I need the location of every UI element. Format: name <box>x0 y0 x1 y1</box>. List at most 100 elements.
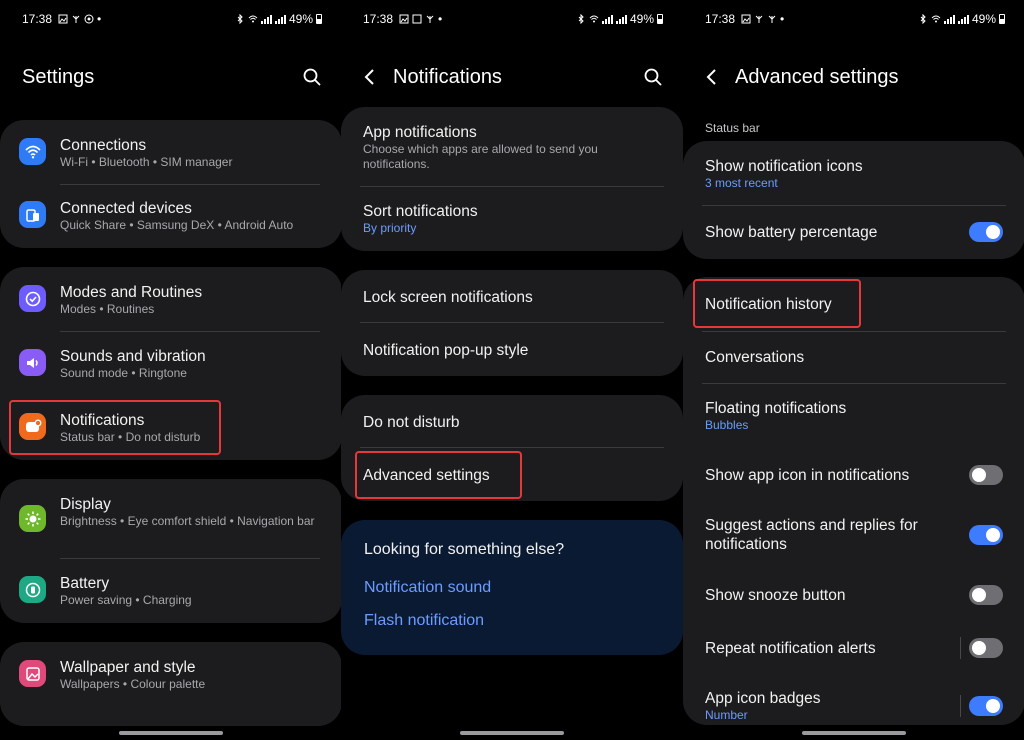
suggest-actions-item[interactable]: Suggest actions and replies for notifica… <box>683 515 1024 555</box>
highlight-box <box>9 400 221 455</box>
battery-text: 49% <box>629 12 654 26</box>
show-battery-percentage-item[interactable]: Show battery percentage <box>683 221 1024 243</box>
app-icon-badges-item[interactable]: App icon badges Number <box>683 687 1024 725</box>
item-subtitle: Brightness • Eye comfort shield • Naviga… <box>60 514 315 528</box>
item-title: Modes and Routines <box>60 284 203 301</box>
notification-sound-link[interactable]: Notification sound <box>364 579 491 597</box>
popup-style-item[interactable]: Notification pop-up style <box>341 339 683 361</box>
do-not-disturb-item[interactable]: Do not disturb <box>341 411 683 433</box>
status-bar: 17:38 • 49% <box>705 10 1005 28</box>
antenna-icon <box>755 15 763 23</box>
conversations-item[interactable]: Conversations <box>683 346 1024 368</box>
status-bar: 17:38 • 49% <box>22 10 322 28</box>
gesture-bar <box>460 731 564 735</box>
highlight-box <box>693 279 861 328</box>
signal-2-icon <box>957 14 969 24</box>
battery-text: 49% <box>971 12 996 26</box>
item-title: Suggest actions and replies for notifica… <box>705 517 918 553</box>
suggestions-heading: Looking for something else? <box>364 541 565 558</box>
notifications-group-1: App notifications Choose which apps are … <box>341 107 683 251</box>
search-icon[interactable] <box>643 67 663 87</box>
settings-item-display[interactable]: Display Brightness • Eye comfort shield … <box>0 493 342 553</box>
repeat-alerts-toggle[interactable] <box>969 638 1003 658</box>
wallpaper-icon <box>19 660 46 687</box>
item-title: Connected devices <box>60 200 192 217</box>
item-subtitle: By priority <box>363 221 417 235</box>
suggest-actions-toggle[interactable] <box>969 525 1003 545</box>
battery-text: 49% <box>288 12 313 26</box>
wifi-status-icon <box>248 15 258 23</box>
sun-icon <box>19 505 46 532</box>
divider <box>360 322 664 323</box>
app-header: Notifications <box>363 60 663 94</box>
item-title: Conversations <box>705 349 805 366</box>
page-title: Settings <box>22 65 95 88</box>
item-title: Wallpaper and style <box>60 659 196 676</box>
show-notification-icons-item[interactable]: Show notification icons 3 most recent <box>683 155 1024 197</box>
back-arrow-icon[interactable] <box>363 67 377 87</box>
app-notifications-item[interactable]: App notifications Choose which apps are … <box>341 121 683 181</box>
item-title: Connections <box>60 137 147 154</box>
item-title: Show snooze button <box>705 587 846 604</box>
flash-notification-link[interactable]: Flash notification <box>364 612 484 630</box>
settings-group-1: Connections Wi-Fi • Bluetooth • SIM mana… <box>0 120 342 248</box>
battery-percentage-toggle[interactable] <box>969 222 1003 242</box>
system-icons: 49% <box>235 12 322 26</box>
vertical-divider <box>960 695 961 717</box>
signal-2-icon <box>274 14 286 24</box>
item-subtitle: Sound mode • Ringtone <box>60 366 187 380</box>
image-icon <box>58 14 68 24</box>
divider <box>60 331 320 332</box>
settings-item-wallpaper-and-style[interactable]: Wallpaper and style Wallpapers • Colour … <box>0 656 342 704</box>
back-arrow-icon[interactable] <box>705 67 719 87</box>
system-icons: 49% <box>576 12 663 26</box>
app-icon-toggle[interactable] <box>969 465 1003 485</box>
battery-icon <box>19 576 46 603</box>
settings-item-modes-and-routines[interactable]: Modes and Routines Modes • Routines <box>0 281 342 329</box>
suggestions-card: Looking for something else? Notification… <box>341 520 683 655</box>
status-time: 17:38 <box>705 12 736 26</box>
divider <box>360 447 664 448</box>
wifi-status-icon <box>931 15 941 23</box>
antenna-icon <box>72 15 80 23</box>
item-title: Show battery percentage <box>705 224 878 241</box>
divider <box>60 184 320 185</box>
show-app-icon-item[interactable]: Show app icon in notifications <box>683 464 1024 486</box>
badges-toggle[interactable] <box>969 696 1003 716</box>
gesture-bar <box>802 731 906 735</box>
sort-notifications-item[interactable]: Sort notifications By priority <box>341 201 683 245</box>
bluetooth-icon <box>237 14 243 24</box>
repeat-alerts-item[interactable]: Repeat notification alerts <box>683 637 1024 659</box>
divider <box>360 186 664 187</box>
settings-item-sounds-and-vibration[interactable]: Sounds and vibration Sound mode • Ringto… <box>0 345 342 393</box>
item-subtitle: Choose which apps are allowed to send yo… <box>363 142 598 171</box>
item-title: Display <box>60 496 111 513</box>
snooze-toggle[interactable] <box>969 585 1003 605</box>
more-dot: • <box>438 12 443 26</box>
settings-item-connections[interactable]: Connections Wi-Fi • Bluetooth • SIM mana… <box>0 134 342 182</box>
snooze-button-item[interactable]: Show snooze button <box>683 584 1024 606</box>
item-title: Battery <box>60 575 110 592</box>
status-time: 17:38 <box>363 12 394 26</box>
floating-notifications-item[interactable]: Floating notifications Bubbles <box>683 397 1024 435</box>
item-subtitle: Wi-Fi • Bluetooth • SIM manager <box>60 155 233 169</box>
antenna-icon <box>426 15 434 23</box>
signal-1-icon <box>943 14 955 24</box>
settings-item-connected-devices[interactable]: Connected devices Quick Share • Samsung … <box>0 198 342 246</box>
notification-icons: • <box>399 12 442 26</box>
divider <box>702 331 1006 332</box>
wifi-status-icon <box>589 15 599 23</box>
image-icon <box>412 14 422 24</box>
settings-item-battery[interactable]: Battery Power saving • Charging <box>0 573 342 621</box>
system-icons: 49% <box>918 12 1005 26</box>
item-subtitle: 3 most recent <box>705 176 778 190</box>
bluetooth-icon <box>578 14 584 24</box>
settings-group-3: Display Brightness • Eye comfort shield … <box>0 479 342 623</box>
lock-screen-notifications-item[interactable]: Lock screen notifications <box>341 286 683 308</box>
page-title: Notifications <box>393 65 502 88</box>
advanced-group-2: Notification history Conversations Float… <box>683 277 1024 725</box>
item-subtitle: Bubbles <box>705 418 749 432</box>
item-title: App notifications <box>363 124 477 141</box>
search-icon[interactable] <box>302 67 322 87</box>
notification-icons: • <box>58 12 101 26</box>
